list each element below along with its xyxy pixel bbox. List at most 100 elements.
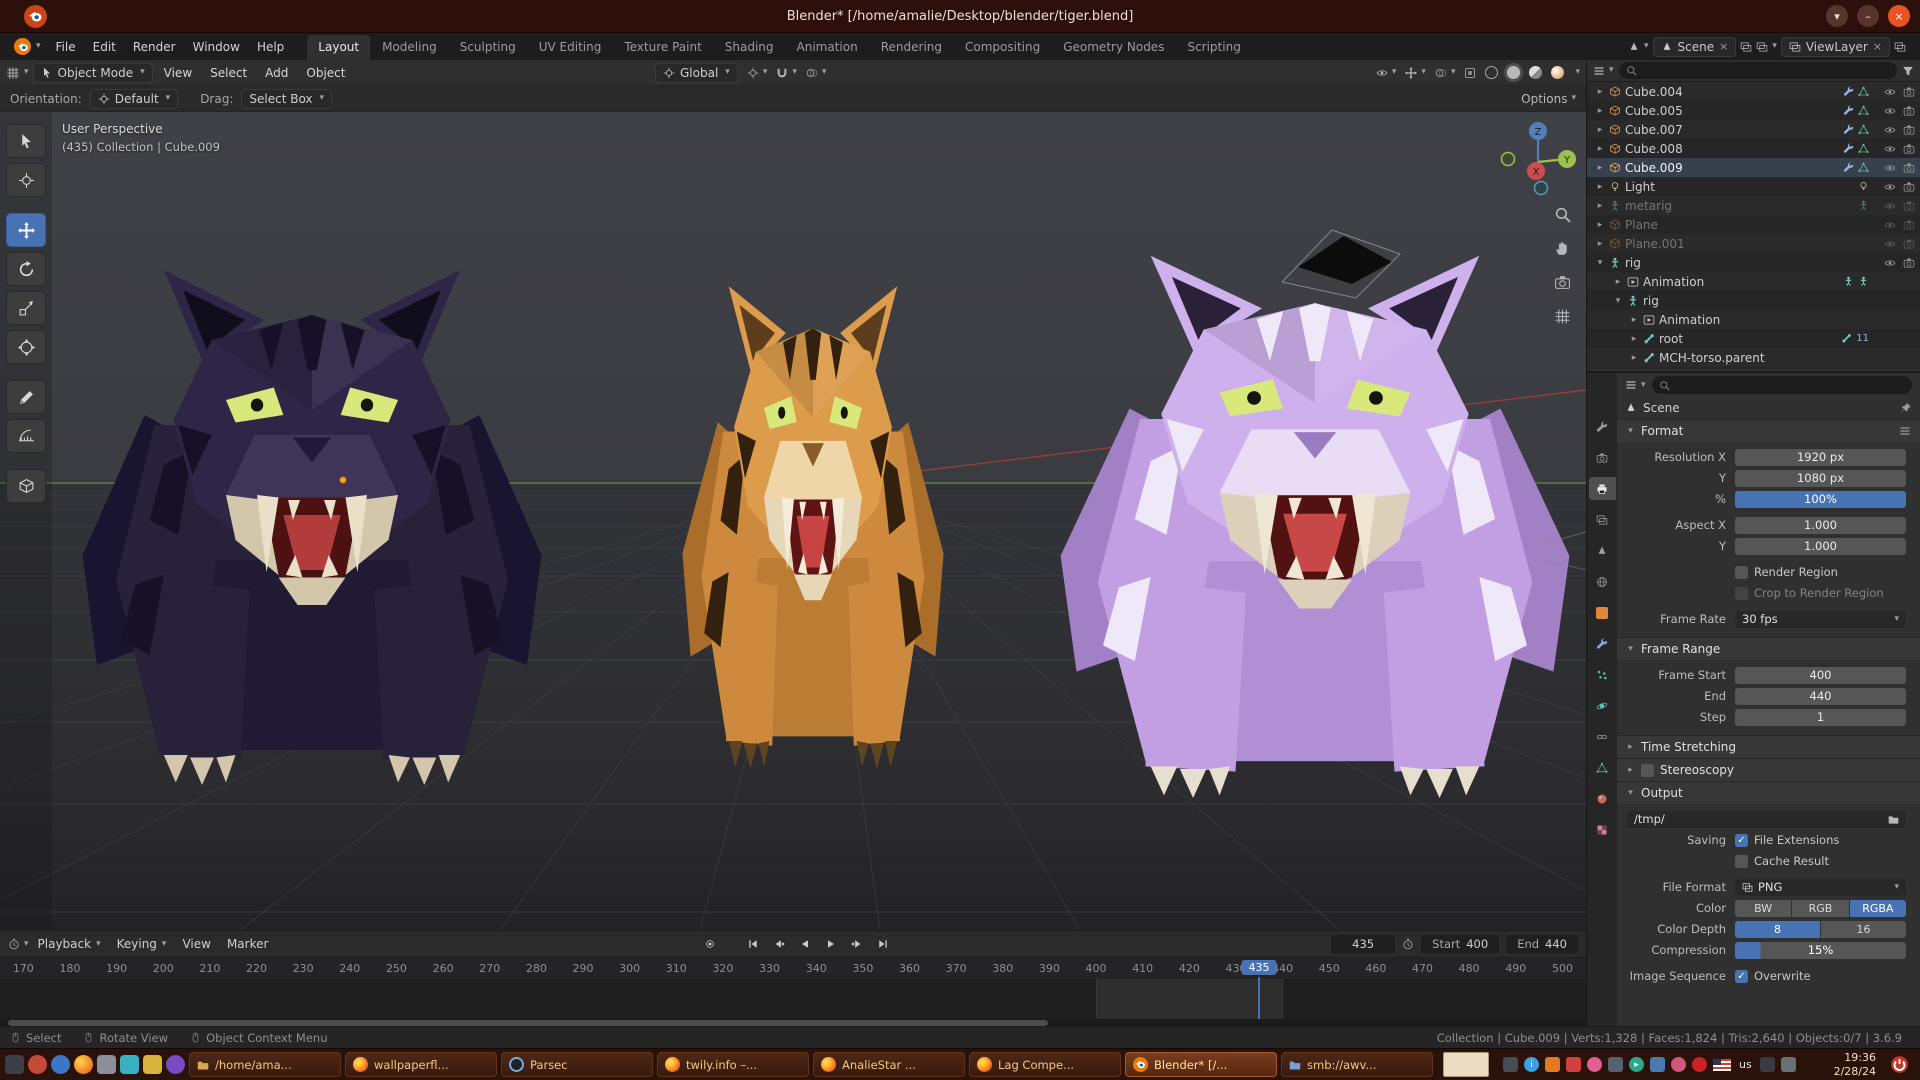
camera-view-icon[interactable] [1554, 274, 1571, 291]
frame-rate-dropdown[interactable]: 30 fps▾ [1735, 611, 1906, 628]
timeline-editor-selector[interactable]: ▾ [8, 938, 29, 950]
jump-to-end-icon[interactable] [871, 935, 894, 954]
browser-launcher-icon[interactable] [28, 1055, 47, 1074]
texture-tab[interactable] [1589, 818, 1616, 841]
menu-window[interactable]: Window [185, 36, 248, 58]
overlays-dropdown[interactable]: ▾ [1435, 67, 1456, 79]
tray-play-icon[interactable]: ▸ [1629, 1057, 1644, 1072]
depth-8-option[interactable]: 8 [1735, 921, 1820, 938]
frame-start-field[interactable]: Start400 [1421, 935, 1499, 954]
modifiers-tab[interactable] [1589, 632, 1616, 655]
media-launcher-icon[interactable] [166, 1055, 185, 1074]
stereoscopy-panel-header[interactable]: ▸Stereoscopy [1617, 759, 1920, 781]
tab-scripting[interactable]: Scripting [1176, 35, 1251, 60]
marker-menu[interactable]: Marker [220, 937, 275, 951]
outliner-row-animation[interactable]: ▸ Animation [1587, 272, 1920, 291]
depth-16-option[interactable]: 16 [1821, 921, 1906, 938]
file-extensions-checkbox[interactable]: ✓ [1735, 834, 1748, 847]
mail-launcher-icon[interactable] [51, 1055, 70, 1074]
toggle-ortho-icon[interactable] [1554, 308, 1571, 325]
frame-start-field[interactable]: 400 [1735, 667, 1906, 684]
frame-step-field[interactable]: 1 [1735, 709, 1906, 726]
outliner-row-cube004[interactable]: ▸ Cube.004 [1587, 82, 1920, 101]
next-keyframe-icon[interactable] [845, 935, 868, 954]
window-shade-button[interactable]: ▾ [1826, 5, 1848, 27]
taskbar-window-twily[interactable]: twily.info –... [657, 1052, 809, 1077]
taskbar-window-blender-active[interactable]: Blender* [/... [1125, 1052, 1277, 1077]
tray-clipboard-icon[interactable] [1566, 1057, 1581, 1072]
viewport-navigation-gizmo[interactable]: Z Y X [1496, 116, 1580, 200]
tab-geometry-nodes[interactable]: Geometry Nodes [1052, 35, 1175, 60]
panel-menu-icon[interactable] [1899, 425, 1911, 437]
solid-shading-icon[interactable] [1507, 66, 1520, 79]
hide-viewport-toggle[interactable] [1884, 124, 1896, 136]
rotate-tool[interactable] [6, 252, 46, 286]
resolution-percent-slider[interactable]: 100% [1735, 491, 1906, 508]
filter-icon[interactable] [1902, 65, 1914, 77]
particles-tab[interactable] [1589, 663, 1616, 686]
format-panel-header[interactable]: ▾Format [1617, 420, 1920, 442]
disable-render-toggle[interactable] [1903, 124, 1915, 136]
material-tab[interactable] [1589, 787, 1616, 810]
window-minimize-button[interactable]: – [1857, 5, 1879, 27]
scene-selector[interactable]: Scene × [1653, 37, 1737, 57]
disable-render-toggle[interactable] [1903, 105, 1915, 117]
tool-tab[interactable] [1589, 415, 1616, 438]
outliner-row-rig-data[interactable]: ▾ rig [1587, 291, 1920, 310]
tray-alert-icon[interactable] [1692, 1057, 1707, 1072]
scene-tab[interactable] [1589, 539, 1616, 562]
render-region-checkbox[interactable] [1735, 566, 1748, 579]
outliner-row-mch-torso[interactable]: ▸ MCH-torso.parent [1587, 348, 1920, 367]
app-menu-icon[interactable] [5, 1055, 24, 1074]
taskbar-window-lagcompe[interactable]: Lag Compe... [969, 1052, 1121, 1077]
remove-viewlayer-icon[interactable]: × [1873, 40, 1882, 53]
viewlayer-tab[interactable] [1589, 508, 1616, 531]
files-launcher-icon[interactable] [143, 1055, 162, 1074]
select-box-tool[interactable] [6, 124, 46, 158]
object-data-tab[interactable] [1589, 756, 1616, 779]
jump-to-start-icon[interactable] [741, 935, 764, 954]
taskbar-window-analiestar[interactable]: AnalieStar ... [813, 1052, 965, 1077]
transform-tool[interactable] [6, 330, 46, 364]
menu-view[interactable]: View [157, 66, 199, 80]
snap-toggle[interactable]: ▾ [776, 67, 797, 79]
chat-launcher-icon[interactable] [120, 1055, 139, 1074]
disable-render-toggle[interactable] [1903, 200, 1915, 212]
gizmos-dropdown[interactable]: ▾ [1405, 67, 1426, 79]
keyboard-layout-indicator[interactable]: us [1737, 1058, 1754, 1071]
tab-rendering[interactable]: Rendering [870, 35, 953, 60]
timeline-track[interactable] [0, 979, 1586, 1019]
outliner-row-cube009-active[interactable]: ▸ Cube.009 [1587, 158, 1920, 177]
aspect-y-field[interactable]: 1.000 [1735, 538, 1906, 555]
window-close-button[interactable]: × [1888, 5, 1910, 27]
disable-render-toggle[interactable] [1903, 181, 1915, 193]
taskbar-window-files[interactable]: /home/ama... [189, 1052, 341, 1077]
tray-window-icon[interactable] [1503, 1057, 1518, 1072]
frame-end-field[interactable]: 440 [1735, 688, 1906, 705]
menu-help[interactable]: Help [249, 36, 292, 58]
browse-viewlayer-button[interactable]: ▾ [1756, 41, 1777, 53]
tab-animation[interactable]: Animation [786, 35, 869, 60]
disable-render-toggle[interactable] [1903, 143, 1915, 155]
tab-compositing[interactable]: Compositing [954, 35, 1051, 60]
overwrite-checkbox[interactable]: ✓ [1735, 970, 1748, 983]
current-frame-field[interactable]: 435 [1331, 935, 1395, 954]
viewlayer-selector[interactable]: ViewLayer × [1781, 37, 1890, 57]
hide-viewport-toggle[interactable] [1884, 200, 1896, 212]
browse-scene-button[interactable]: ▾ [1628, 41, 1649, 53]
physics-tab[interactable] [1589, 694, 1616, 717]
frame-range-panel-header[interactable]: ▾Frame Range [1617, 638, 1920, 660]
menu-edit[interactable]: Edit [85, 36, 124, 58]
color-bw-option[interactable]: BW [1735, 900, 1791, 917]
keying-menu[interactable]: Keying▾ [110, 937, 174, 951]
cursor-tool[interactable] [6, 163, 46, 197]
disable-render-toggle[interactable] [1903, 219, 1915, 231]
annotate-tool[interactable] [6, 380, 46, 414]
outliner-row-plane001[interactable]: ▸ Plane.001 [1587, 234, 1920, 253]
properties-editor-selector[interactable]: ▾ [1625, 379, 1646, 391]
blender-app-menu[interactable]: ▾ [8, 38, 47, 55]
time-stretching-panel-header[interactable]: ▸Time Stretching [1617, 736, 1920, 758]
disable-render-toggle[interactable] [1903, 162, 1915, 174]
timeline-ruler[interactable]: 1701801902002102202302402502602702802903… [0, 957, 1586, 979]
taskbar-window-wallpaper[interactable]: wallpaperfl... [345, 1052, 497, 1077]
